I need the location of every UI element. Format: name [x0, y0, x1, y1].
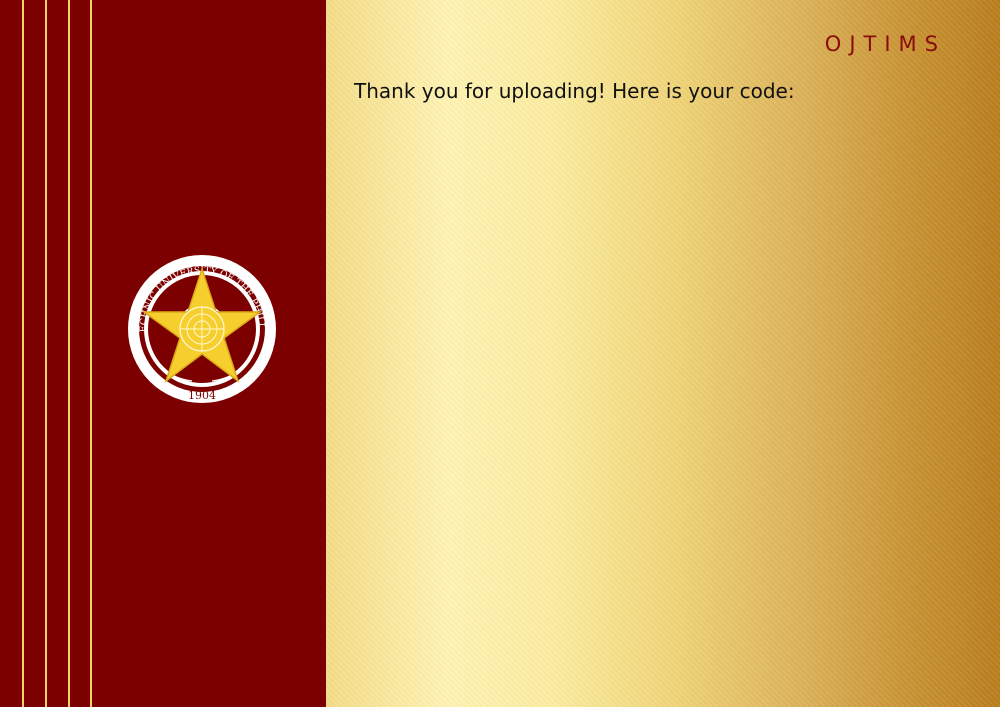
- upload-success-message: Thank you for uploading! Here is your co…: [354, 79, 795, 103]
- seal-year: 1904: [188, 389, 216, 402]
- sidebar-stripe: [22, 0, 24, 707]
- main-panel: [326, 0, 1000, 707]
- sidebar-stripe: [68, 0, 70, 707]
- sidebar-stripe: [90, 0, 92, 707]
- upload-confirmation-page: POLYTECHNIC UNIVERSITY OF THE PHILIPPINE…: [0, 0, 1000, 707]
- brand-title: OJTIMS: [824, 32, 946, 56]
- sidebar-panel: POLYTECHNIC UNIVERSITY OF THE PHILIPPINE…: [0, 0, 326, 707]
- sidebar-stripe: [45, 0, 47, 707]
- university-seal-icon: POLYTECHNIC UNIVERSITY OF THE PHILIPPINE…: [126, 253, 276, 403]
